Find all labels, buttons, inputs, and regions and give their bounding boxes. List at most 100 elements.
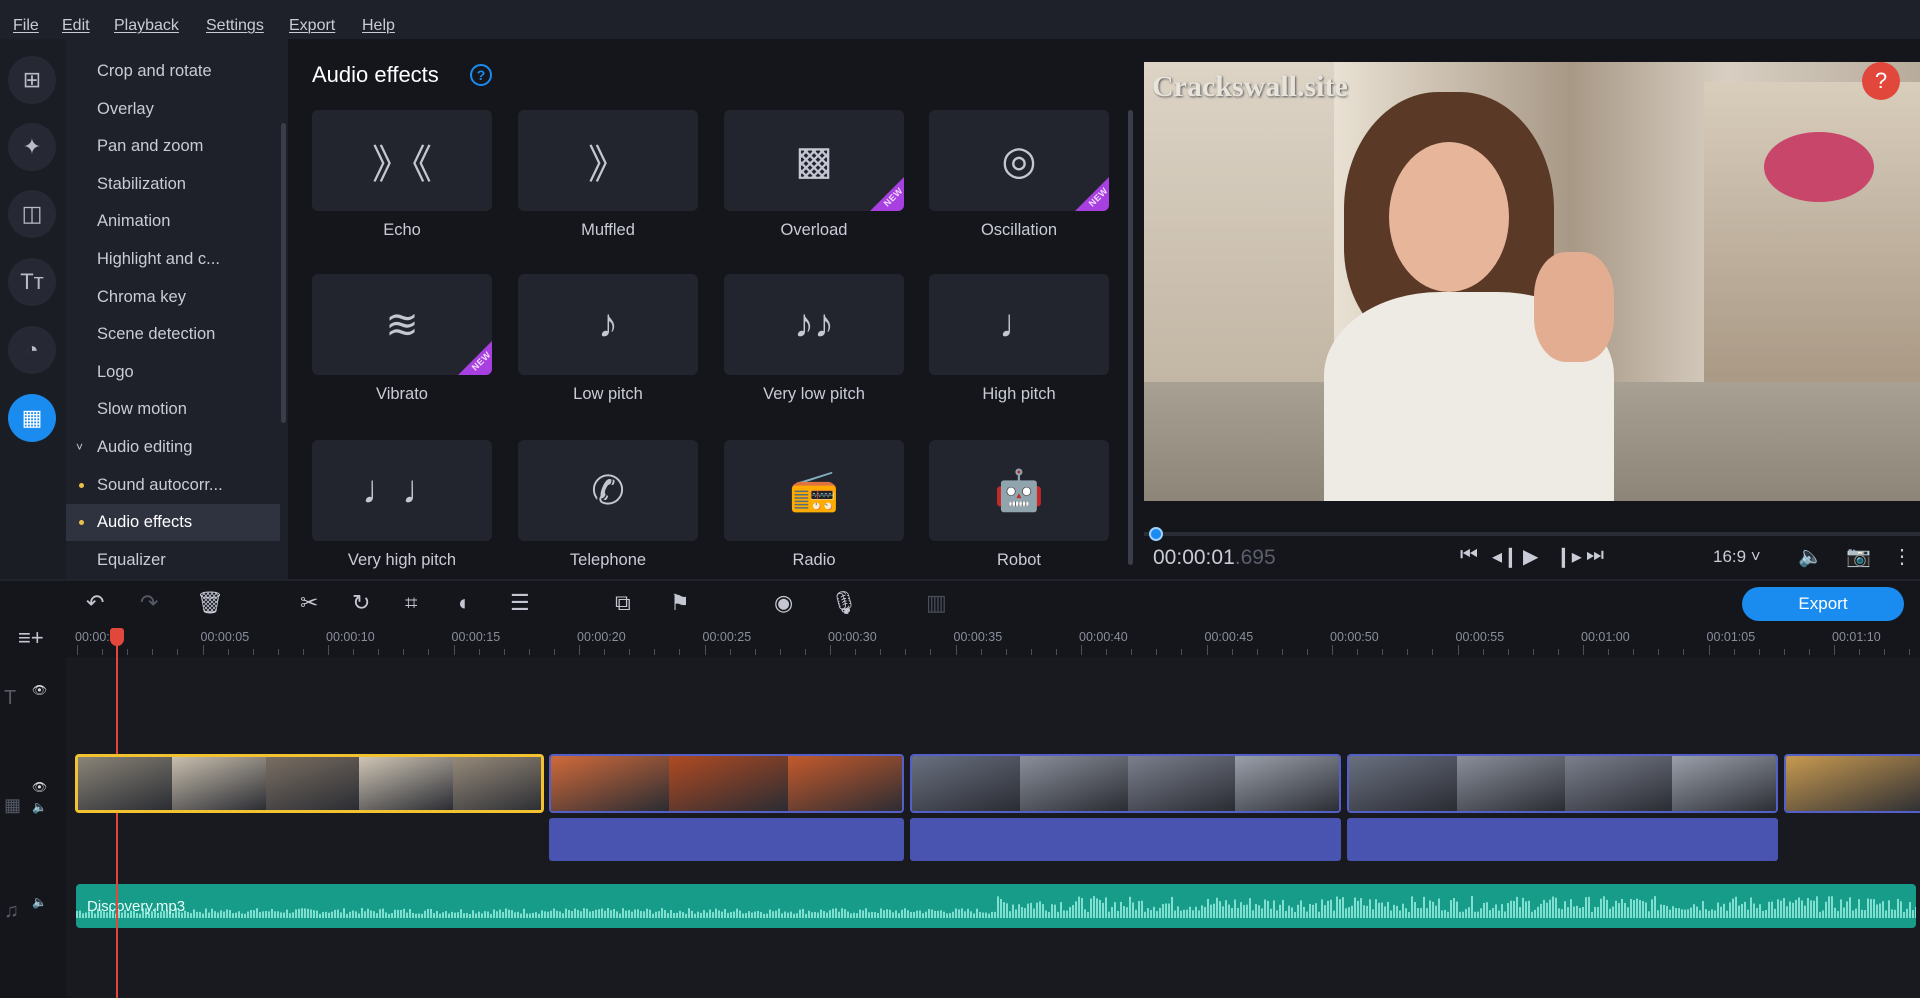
waveform-bar (883, 910, 885, 918)
sidebar-item-sound-autocorr-[interactable]: Sound autocorr... (66, 467, 280, 504)
effect-label[interactable]: Overload (724, 221, 904, 240)
effect-tile-muffled[interactable]: 》 (518, 110, 698, 211)
help-button[interactable]: ? (1862, 62, 1900, 100)
microphone-icon[interactable]: 🎙 (830, 590, 858, 616)
menu-help[interactable]: Help (362, 17, 395, 35)
clip-audio-bar[interactable] (910, 818, 1341, 861)
prev-frame-icon[interactable]: ◂❙ (1492, 544, 1519, 569)
effect-label[interactable]: Oscillation (929, 221, 1109, 240)
effect-tile-telephone[interactable]: ✆ (518, 440, 698, 541)
rail-button-5[interactable]: ▦ (8, 394, 56, 442)
timeline-ruler[interactable]: 00:00:00 00:00:05 00:00:10 00:00:15 00:00:20… (66, 625, 1920, 657)
effect-tile-high-pitch[interactable]: ♩ (929, 274, 1109, 375)
waveform-bar (400, 910, 402, 918)
next-frame-icon[interactable]: ❙▸ (1555, 544, 1582, 569)
sidebar-scrollbar[interactable] (281, 123, 286, 423)
effect-tile-radio[interactable]: 📻 (724, 440, 904, 541)
sidebar-item-equalizer[interactable]: Equalizer (66, 542, 280, 579)
sidebar-item-pan-and-zoom[interactable]: Pan and zoom (66, 128, 280, 165)
sidebar-item-scene-detection[interactable]: Scene detection (66, 316, 280, 353)
audio-levels-icon[interactable]: ▥ (926, 590, 947, 616)
effect-label[interactable]: Very low pitch (724, 385, 904, 404)
volume-icon[interactable]: 🔈 (1798, 544, 1823, 569)
video-clip[interactable] (75, 754, 544, 813)
effect-label[interactable]: Muffled (518, 221, 698, 240)
playhead-handle[interactable] (110, 628, 124, 646)
effect-label[interactable]: High pitch (929, 385, 1109, 404)
effect-tile-echo[interactable]: 》《 (312, 110, 492, 211)
video-clip[interactable] (1347, 754, 1778, 813)
add-track-icon[interactable]: ≡+ (18, 625, 44, 651)
music-clip[interactable] (76, 884, 1916, 928)
effect-tile-very-low-pitch[interactable]: ♪♪ (724, 274, 904, 375)
menu-settings[interactable]: Settings (206, 17, 264, 35)
sidebar-item-highlight-and-c-[interactable]: Highlight and c... (66, 241, 280, 278)
clip-properties-icon[interactable]: ☰ (510, 590, 530, 616)
menu-edit[interactable]: Edit (62, 17, 90, 35)
clip-audio-bar[interactable] (1347, 818, 1778, 861)
sidebar-item-stabilization[interactable]: Stabilization (66, 166, 280, 203)
effect-label[interactable]: Robot (929, 551, 1109, 570)
rail-button-0[interactable]: ⊞ (8, 56, 56, 104)
menu-playback[interactable]: Playback (114, 17, 179, 35)
visibility-icon[interactable]: 👁 (32, 683, 47, 697)
sidebar-item-audio-effects[interactable]: Audio effects (66, 504, 280, 542)
delete-icon[interactable]: 🗑 (196, 590, 224, 616)
effect-label[interactable]: Very high pitch (312, 551, 492, 570)
clip-audio-bar[interactable] (549, 818, 904, 861)
sidebar-item-crop-and-rotate[interactable]: Crop and rotate (66, 53, 280, 90)
video-clip[interactable] (549, 754, 904, 813)
redo-icon[interactable]: ↷ (140, 590, 158, 616)
effect-tile-oscillation[interactable]: ◎ NEW (929, 110, 1109, 211)
effect-tile-low-pitch[interactable]: ♪ (518, 274, 698, 375)
effect-tile-robot[interactable]: 🤖 (929, 440, 1109, 541)
menu-file[interactable]: File (13, 17, 39, 35)
music-mute-icon[interactable]: 🔈 (32, 895, 47, 909)
effect-label[interactable]: Vibrato (312, 385, 492, 404)
waveform-bar (1315, 903, 1317, 918)
menu-export[interactable]: Export (289, 17, 335, 35)
effect-tile-very-high-pitch[interactable]: ♩♩ (312, 440, 492, 541)
cut-icon[interactable]: ✂ (300, 590, 318, 616)
playhead[interactable] (116, 630, 118, 998)
rail-button-3[interactable]: Tт (8, 258, 56, 306)
play-icon[interactable]: ▶ (1523, 544, 1538, 569)
ruler-tick (1457, 645, 1459, 655)
snapshot-icon[interactable]: 📷 (1846, 544, 1871, 569)
effect-label[interactable]: Telephone (518, 551, 698, 570)
effect-label[interactable]: Radio (724, 551, 904, 570)
help-icon[interactable]: ? (470, 64, 492, 86)
sidebar-item-logo[interactable]: Logo (66, 354, 280, 391)
preview-scrubber[interactable] (1144, 532, 1920, 536)
rail-button-4[interactable]: ◔ (8, 326, 56, 374)
video-clip[interactable] (910, 754, 1341, 813)
color-adjust-icon[interactable]: ◐ (458, 590, 471, 616)
effects-scrollbar[interactable] (1128, 110, 1133, 565)
sidebar-item-overlay[interactable]: Overlay (66, 91, 280, 128)
overlay-icon[interactable]: ⧉ (615, 590, 631, 616)
sidebar-item-chroma-key[interactable]: Chroma key (66, 279, 280, 316)
rail-button-2[interactable]: ◫ (8, 190, 56, 238)
aspect-ratio-select[interactable]: 16:9 ˅ (1713, 547, 1761, 567)
rotate-icon[interactable]: ↻ (352, 590, 370, 616)
crop-icon[interactable]: ⌗ (405, 590, 417, 616)
video-visibility-icon[interactable]: 👁 (32, 780, 47, 794)
video-mute-icon[interactable]: 🔈 (32, 800, 47, 814)
effect-tile-overload[interactable]: ▩ NEW (724, 110, 904, 211)
effect-tile-vibrato[interactable]: ≋ NEW (312, 274, 492, 375)
effect-label[interactable]: Echo (312, 221, 492, 240)
scrubber-handle[interactable] (1149, 527, 1163, 541)
effect-label[interactable]: Low pitch (518, 385, 698, 404)
marker-flag-icon[interactable]: ⚑ (670, 590, 690, 616)
sidebar-item-animation[interactable]: Animation (66, 203, 280, 240)
more-options-icon[interactable]: ⋮ (1892, 544, 1912, 569)
skip-end-icon[interactable]: ⏭ (1586, 544, 1604, 567)
export-button[interactable]: Export (1742, 587, 1904, 621)
video-clip[interactable] (1784, 754, 1920, 813)
webcam-record-icon[interactable]: ◉ (774, 590, 793, 616)
sidebar-item-slow-motion[interactable]: Slow motion (66, 391, 280, 428)
sidebar-item-audio-editing[interactable]: ˅ Audio editing (66, 429, 280, 466)
undo-icon[interactable]: ↶ (86, 590, 104, 616)
rail-button-1[interactable]: ✦ (8, 123, 56, 171)
skip-start-icon[interactable]: ⏮ (1460, 544, 1478, 567)
